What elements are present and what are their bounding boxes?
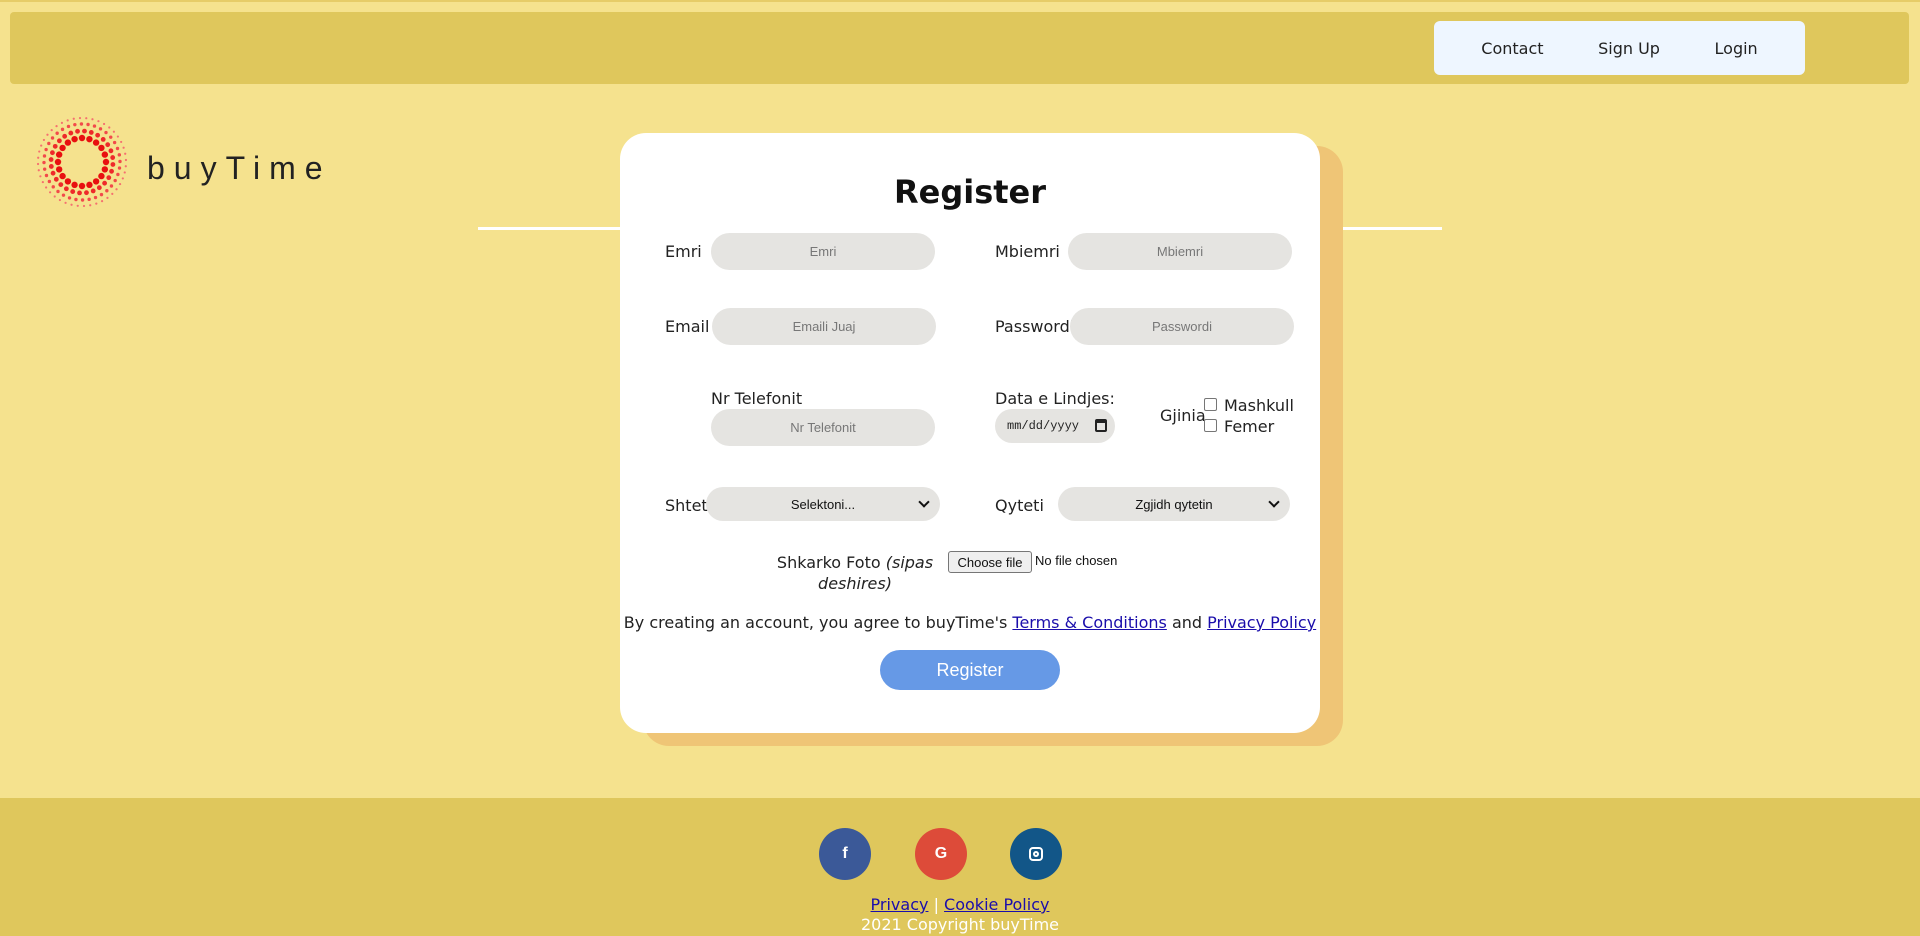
city-select-value: Zgjidh qytetin bbox=[1135, 496, 1213, 512]
copyright: 2021 Copyright buyTime bbox=[861, 915, 1059, 934]
header-bar: Contact Sign Up Login bbox=[10, 12, 1909, 84]
file-status: No file chosen bbox=[1035, 553, 1118, 568]
birthdate-label: Data e Lindjes: bbox=[995, 389, 1115, 408]
male-checkbox[interactable] bbox=[1204, 398, 1217, 411]
choose-file-button[interactable]: Choose file bbox=[948, 551, 1032, 573]
logo[interactable]: buyTime bbox=[34, 114, 323, 214]
privacy-policy-link[interactable]: Privacy Policy bbox=[1207, 613, 1316, 632]
phone-input[interactable] bbox=[711, 409, 935, 446]
gender-label: Gjinia bbox=[1160, 406, 1206, 425]
calendar-icon[interactable] bbox=[1095, 419, 1107, 432]
birthdate-input[interactable]: mm/dd/yyyy bbox=[995, 409, 1115, 443]
footer-privacy-link[interactable]: Privacy bbox=[871, 895, 929, 914]
divider-right bbox=[1340, 227, 1442, 230]
country-select[interactable]: Selektoni... bbox=[706, 487, 940, 521]
password-label: Passwordi bbox=[995, 317, 1075, 336]
phone-label: Nr Telefonit bbox=[711, 389, 803, 408]
google-icon[interactable]: G bbox=[915, 828, 967, 880]
terms-text: By creating an account, you agree to buy… bbox=[620, 613, 1320, 632]
nav-signup-link[interactable]: Sign Up bbox=[1598, 39, 1660, 58]
form-title: Register bbox=[893, 173, 1047, 211]
password-input[interactable] bbox=[1070, 308, 1294, 345]
terms-and: and bbox=[1171, 613, 1203, 632]
mbiemri-label: Mbiemri bbox=[995, 242, 1060, 261]
instagram-icon[interactable] bbox=[1010, 828, 1062, 880]
city-select[interactable]: Zgjidh qytetin bbox=[1058, 487, 1290, 521]
female-checkbox[interactable] bbox=[1204, 419, 1217, 432]
register-button[interactable]: Register bbox=[880, 650, 1060, 690]
sun-logo-icon bbox=[36, 116, 128, 208]
nav-menu: Contact Sign Up Login bbox=[1434, 21, 1805, 75]
top-border bbox=[0, 0, 1920, 2]
terms-link[interactable]: Terms & Conditions bbox=[1012, 613, 1166, 632]
terms-prefix: By creating an account, you agree to buy… bbox=[623, 613, 1008, 632]
nav-login-link[interactable]: Login bbox=[1715, 39, 1758, 58]
nav-contact-link[interactable]: Contact bbox=[1481, 39, 1543, 58]
email-label: Email bbox=[665, 317, 710, 336]
country-label: Shteti bbox=[665, 496, 713, 515]
facebook-icon[interactable]: f bbox=[819, 828, 871, 880]
instagram-glyph bbox=[1029, 847, 1043, 861]
email-input[interactable] bbox=[712, 308, 936, 345]
footer-cookie-link[interactable]: Cookie Policy bbox=[944, 895, 1049, 914]
footer: f G Privacy | Cookie Policy 2021 Copyrig… bbox=[0, 798, 1920, 936]
mbiemri-input[interactable] bbox=[1068, 233, 1292, 270]
photo-label: Shkarko Foto bbox=[776, 553, 881, 572]
city-label: Qyteti bbox=[995, 496, 1044, 515]
country-select-value: Selektoni... bbox=[790, 496, 856, 512]
footer-separator: | bbox=[933, 895, 939, 914]
divider-left bbox=[478, 227, 623, 230]
register-card: Register Emri Mbiemri Email Passwordi Nr… bbox=[620, 133, 1320, 733]
birthdate-value: mm/dd/yyyy bbox=[1007, 419, 1080, 433]
female-label: Femer bbox=[1224, 417, 1275, 436]
emri-input[interactable] bbox=[711, 233, 935, 270]
photo-label-group: Shkarko Foto (sipas deshires) bbox=[770, 552, 940, 594]
chevron-down-icon bbox=[918, 496, 930, 508]
logo-text: buyTime bbox=[147, 150, 332, 186]
male-label: Mashkull bbox=[1224, 396, 1294, 415]
emri-label: Emri bbox=[665, 242, 702, 261]
footer-links: Privacy | Cookie Policy bbox=[0, 895, 1920, 914]
chevron-down-icon bbox=[1268, 496, 1280, 508]
